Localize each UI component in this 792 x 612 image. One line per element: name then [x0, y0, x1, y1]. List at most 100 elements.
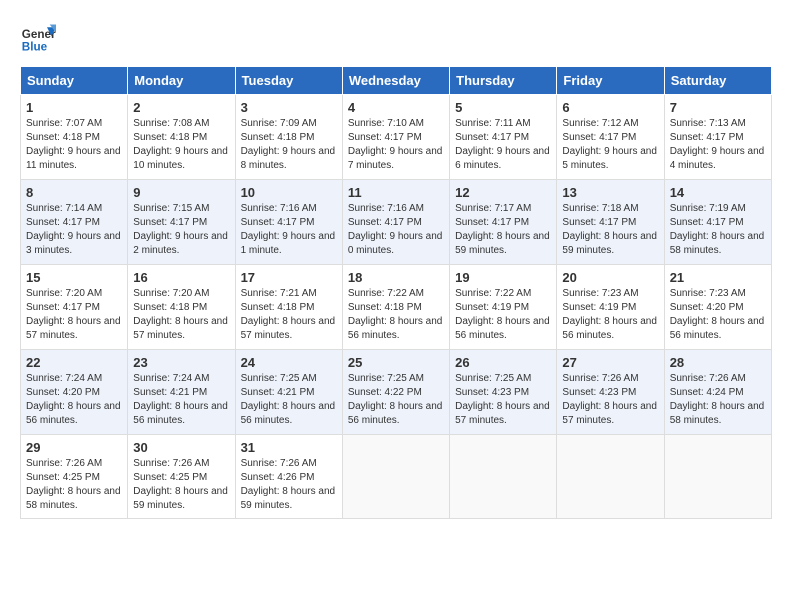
day-info: Sunrise: 7:16 AMSunset: 4:17 PMDaylight:… [241, 202, 337, 258]
calendar-day-cell: 20 Sunrise: 7:23 AMSunset: 4:19 PMDayligh… [557, 265, 664, 350]
day-number: 31 [241, 440, 337, 455]
day-number: 30 [133, 440, 229, 455]
weekday-header-cell: Sunday [21, 67, 128, 95]
day-number: 23 [133, 355, 229, 370]
day-info: Sunrise: 7:26 AMSunset: 4:26 PMDaylight:… [241, 457, 337, 513]
day-info: Sunrise: 7:12 AMSunset: 4:17 PMDaylight:… [562, 117, 658, 173]
day-number: 11 [348, 185, 444, 200]
day-number: 16 [133, 270, 229, 285]
weekday-header-row: SundayMondayTuesdayWednesdayThursdayFrid… [21, 67, 772, 95]
calendar-day-cell [450, 435, 557, 519]
day-info: Sunrise: 7:19 AMSunset: 4:17 PMDaylight:… [670, 202, 766, 258]
day-number: 20 [562, 270, 658, 285]
calendar-day-cell: 5Sunrise: 7:11 AMSunset: 4:17 PMDaylight… [450, 95, 557, 180]
weekday-header-cell: Friday [557, 67, 664, 95]
calendar-day-cell: 10 Sunrise: 7:16 AMSunset: 4:17 PMDayligh… [235, 180, 342, 265]
calendar-day-cell: 7 Sunrise: 7:13 AMSunset: 4:17 PMDaylight… [664, 95, 771, 180]
calendar-day-cell: 8 Sunrise: 7:14 AMSunset: 4:17 PMDaylight… [21, 180, 128, 265]
calendar-day-cell: 28Sunrise: 7:26 AMSunset: 4:24 PMDayligh… [664, 350, 771, 435]
calendar-day-cell: 4 Sunrise: 7:10 AMSunset: 4:17 PMDaylight… [342, 95, 449, 180]
day-info: Sunrise: 7:07 AMSunset: 4:18 PMDaylight:… [26, 117, 122, 173]
day-number: 9 [133, 185, 229, 200]
day-number: 5 [455, 100, 551, 115]
day-number: 18 [348, 270, 444, 285]
calendar-day-cell: 31 Sunrise: 7:26 AMSunset: 4:26 PMDayligh… [235, 435, 342, 519]
day-number: 2 [133, 100, 229, 115]
calendar-day-cell: 26 Sunrise: 7:25 AMSunset: 4:23 PMDayligh… [450, 350, 557, 435]
calendar-day-cell: 25 Sunrise: 7:25 AMSunset: 4:22 PMDayligh… [342, 350, 449, 435]
calendar-day-cell: 27 Sunrise: 7:26 AMSunset: 4:23 PMDayligh… [557, 350, 664, 435]
calendar-day-cell: 3 Sunrise: 7:09 AMSunset: 4:18 PMDaylight… [235, 95, 342, 180]
day-info: Sunrise: 7:22 AMSunset: 4:19 PMDaylight:… [455, 287, 551, 343]
day-info: Sunrise: 7:18 AMSunset: 4:17 PMDaylight:… [562, 202, 658, 258]
day-info: Sunrise: 7:23 AMSunset: 4:20 PMDaylight:… [670, 287, 766, 343]
calendar-week-row: 1 Sunrise: 7:07 AMSunset: 4:18 PMDaylight… [21, 95, 772, 180]
day-number: 19 [455, 270, 551, 285]
calendar-day-cell: 9 Sunrise: 7:15 AMSunset: 4:17 PMDaylight… [128, 180, 235, 265]
calendar-day-cell: 16 Sunrise: 7:20 AMSunset: 4:18 PMDayligh… [128, 265, 235, 350]
day-number: 13 [562, 185, 658, 200]
calendar-day-cell: 30 Sunrise: 7:26 AMSunset: 4:25 PMDayligh… [128, 435, 235, 519]
weekday-header-cell: Monday [128, 67, 235, 95]
day-number: 4 [348, 100, 444, 115]
calendar-day-cell [557, 435, 664, 519]
day-info: Sunrise: 7:10 AMSunset: 4:17 PMDaylight:… [348, 117, 444, 173]
weekday-header-cell: Thursday [450, 67, 557, 95]
calendar-table: SundayMondayTuesdayWednesdayThursdayFrid… [20, 66, 772, 519]
calendar-day-cell: 18Sunrise: 7:22 AMSunset: 4:18 PMDayligh… [342, 265, 449, 350]
calendar-body: 1 Sunrise: 7:07 AMSunset: 4:18 PMDaylight… [21, 95, 772, 519]
calendar-day-cell: 13 Sunrise: 7:18 AMSunset: 4:17 PMDayligh… [557, 180, 664, 265]
logo: General Blue [20, 20, 56, 56]
calendar-day-cell: 23 Sunrise: 7:24 AMSunset: 4:21 PMDayligh… [128, 350, 235, 435]
day-number: 10 [241, 185, 337, 200]
day-info: Sunrise: 7:20 AMSunset: 4:17 PMDaylight:… [26, 287, 122, 343]
day-info: Sunrise: 7:25 AMSunset: 4:23 PMDaylight:… [455, 372, 551, 428]
day-info: Sunrise: 7:08 AMSunset: 4:18 PMDaylight:… [133, 117, 229, 173]
day-number: 12 [455, 185, 551, 200]
calendar-day-cell [664, 435, 771, 519]
day-number: 8 [26, 185, 122, 200]
day-info: Sunrise: 7:14 AMSunset: 4:17 PMDaylight:… [26, 202, 122, 258]
day-info: Sunrise: 7:24 AMSunset: 4:20 PMDaylight:… [26, 372, 122, 428]
day-number: 29 [26, 440, 122, 455]
day-info: Sunrise: 7:26 AMSunset: 4:25 PMDaylight:… [26, 457, 122, 513]
day-info: Sunrise: 7:20 AMSunset: 4:18 PMDaylight:… [133, 287, 229, 343]
calendar-day-cell: 15 Sunrise: 7:20 AMSunset: 4:17 PMDayligh… [21, 265, 128, 350]
calendar-day-cell: 1 Sunrise: 7:07 AMSunset: 4:18 PMDaylight… [21, 95, 128, 180]
weekday-header-cell: Saturday [664, 67, 771, 95]
day-info: Sunrise: 7:25 AMSunset: 4:22 PMDaylight:… [348, 372, 444, 428]
day-info: Sunrise: 7:09 AMSunset: 4:18 PMDaylight:… [241, 117, 337, 173]
calendar-day-cell: 17Sunrise: 7:21 AMSunset: 4:18 PMDayligh… [235, 265, 342, 350]
day-info: Sunrise: 7:23 AMSunset: 4:19 PMDaylight:… [562, 287, 658, 343]
day-info: Sunrise: 7:24 AMSunset: 4:21 PMDaylight:… [133, 372, 229, 428]
day-number: 21 [670, 270, 766, 285]
calendar-week-row: 15 Sunrise: 7:20 AMSunset: 4:17 PMDayligh… [21, 265, 772, 350]
day-info: Sunrise: 7:16 AMSunset: 4:17 PMDaylight:… [348, 202, 444, 258]
day-number: 26 [455, 355, 551, 370]
day-number: 22 [26, 355, 122, 370]
calendar-day-cell: 21 Sunrise: 7:23 AMSunset: 4:20 PMDayligh… [664, 265, 771, 350]
day-number: 1 [26, 100, 122, 115]
day-info: Sunrise: 7:13 AMSunset: 4:17 PMDaylight:… [670, 117, 766, 173]
day-number: 3 [241, 100, 337, 115]
calendar-day-cell: 22 Sunrise: 7:24 AMSunset: 4:20 PMDayligh… [21, 350, 128, 435]
calendar-week-row: 8 Sunrise: 7:14 AMSunset: 4:17 PMDaylight… [21, 180, 772, 265]
day-number: 27 [562, 355, 658, 370]
day-number: 25 [348, 355, 444, 370]
day-number: 14 [670, 185, 766, 200]
day-number: 15 [26, 270, 122, 285]
day-info: Sunrise: 7:26 AMSunset: 4:23 PMDaylight:… [562, 372, 658, 428]
calendar-day-cell: 24 Sunrise: 7:25 AMSunset: 4:21 PMDayligh… [235, 350, 342, 435]
day-info: Sunrise: 7:15 AMSunset: 4:17 PMDaylight:… [133, 202, 229, 258]
weekday-header-cell: Wednesday [342, 67, 449, 95]
day-number: 17 [241, 270, 337, 285]
calendar-day-cell: 6Sunrise: 7:12 AMSunset: 4:17 PMDaylight… [557, 95, 664, 180]
day-number: 7 [670, 100, 766, 115]
page-header: General Blue [20, 20, 772, 56]
day-number: 24 [241, 355, 337, 370]
day-info: Sunrise: 7:25 AMSunset: 4:21 PMDaylight:… [241, 372, 337, 428]
calendar-day-cell: 14 Sunrise: 7:19 AMSunset: 4:17 PMDayligh… [664, 180, 771, 265]
day-number: 28 [670, 355, 766, 370]
day-info: Sunrise: 7:26 AMSunset: 4:25 PMDaylight:… [133, 457, 229, 513]
calendar-day-cell [342, 435, 449, 519]
